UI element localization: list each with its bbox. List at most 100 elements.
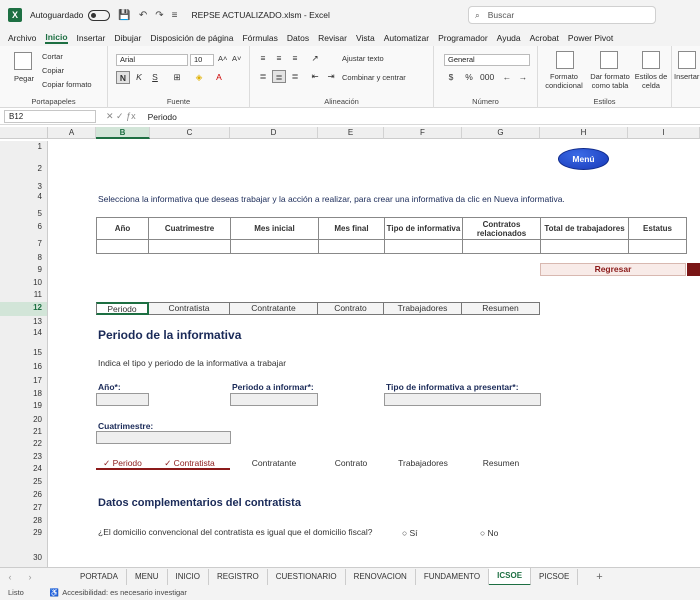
menu-tab-automatizar[interactable]: Automatizar: [384, 33, 429, 43]
menu-tab-archivo[interactable]: Archivo: [8, 33, 36, 43]
conditional-format-icon[interactable]: [556, 51, 574, 69]
decrease-decimal-icon[interactable]: →: [516, 71, 530, 84]
row-header-9[interactable]: 9: [0, 264, 48, 277]
menu-tab-revisar[interactable]: Revisar: [318, 33, 347, 43]
formula-content[interactable]: Periodo: [148, 112, 177, 122]
currency-icon[interactable]: $: [444, 71, 458, 84]
align-middle-icon[interactable]: ≡: [272, 52, 286, 65]
column-header-g[interactable]: G: [462, 127, 540, 139]
section-tab-resumen[interactable]: Resumen: [462, 302, 540, 315]
row-header-17[interactable]: 17: [0, 375, 48, 388]
menu-tab-power-pivot[interactable]: Power Pivot: [568, 33, 613, 43]
table-empty-cell[interactable]: [318, 239, 385, 254]
decrease-font-icon[interactable]: A˅: [232, 54, 241, 63]
table-empty-cell[interactable]: [96, 239, 149, 254]
underline-button[interactable]: S: [148, 71, 162, 84]
increase-decimal-icon[interactable]: ←: [500, 71, 514, 84]
format-painter-button[interactable]: Copiar formato: [42, 80, 92, 89]
table-empty-cell[interactable]: [148, 239, 231, 254]
section-tab-periodo[interactable]: Periodo: [96, 302, 149, 315]
copy-button[interactable]: Copiar: [42, 66, 64, 75]
table-empty-cell[interactable]: [628, 239, 687, 254]
merge-center-button[interactable]: Combinar y centrar: [342, 73, 406, 82]
row-header-30[interactable]: 30: [0, 552, 48, 567]
comma-style-icon[interactable]: 000: [480, 71, 494, 84]
row-header-12[interactable]: 12: [0, 302, 48, 316]
next-sheet-icon[interactable]: ›: [20, 572, 40, 582]
prev-sheet-icon[interactable]: ‹: [0, 572, 20, 582]
autosave-toggle[interactable]: [88, 9, 111, 21]
row-header-7[interactable]: 7: [0, 238, 48, 252]
align-top-icon[interactable]: ≡: [256, 52, 270, 65]
table-format-icon[interactable]: [600, 51, 618, 69]
column-header-d[interactable]: D: [230, 127, 318, 139]
year-field[interactable]: [96, 393, 149, 406]
section-tab-contratista[interactable]: Contratista: [149, 302, 230, 315]
paste-button[interactable]: Pegar: [14, 74, 34, 83]
return-button[interactable]: Regresar: [540, 263, 686, 276]
menu-tab-ayuda[interactable]: Ayuda: [497, 33, 521, 43]
menu-tab-vista[interactable]: Vista: [356, 33, 375, 43]
menu-tab-insertar[interactable]: Insertar: [77, 33, 106, 43]
borders-icon[interactable]: ⊞: [170, 71, 184, 84]
table-empty-cell[interactable]: [230, 239, 319, 254]
sheet-tab-fundamento[interactable]: FUNDAMENTO: [416, 568, 490, 585]
section-tab-contrato[interactable]: Contrato: [318, 302, 384, 315]
column-header-i[interactable]: I: [628, 127, 700, 139]
sheet-tab-portada[interactable]: PORTADA: [72, 568, 127, 585]
add-sheet-icon[interactable]: +: [596, 571, 602, 583]
row-header-4[interactable]: 4: [0, 191, 48, 208]
progress-tab[interactable]: Trabajadores: [384, 458, 462, 470]
progress-tab[interactable]: ✓ Contratista: [149, 458, 230, 470]
fx-icon[interactable]: ✕ ✓ ƒx: [106, 111, 136, 122]
option-yes[interactable]: ○ Sí: [402, 528, 418, 538]
menu-button[interactable]: Menú: [558, 148, 609, 170]
cuatrimestre-field[interactable]: [96, 431, 231, 444]
section-tab-trabajadores[interactable]: Trabajadores: [384, 302, 462, 315]
row-header-14[interactable]: 14: [0, 327, 48, 347]
progress-tab[interactable]: Resumen: [462, 458, 540, 470]
progress-tab[interactable]: Contrato: [318, 458, 384, 470]
search-box[interactable]: ⌕ Buscar: [468, 6, 656, 24]
align-bottom-icon[interactable]: ≡: [288, 52, 302, 65]
cell-styles-icon[interactable]: [642, 51, 660, 69]
number-format-select[interactable]: General: [444, 54, 530, 66]
percent-icon[interactable]: %: [462, 71, 476, 84]
undo-icon[interactable]: ↶: [139, 10, 147, 21]
outdent-icon[interactable]: ⇥: [324, 70, 338, 83]
section-tab-contratante[interactable]: Contratante: [230, 302, 318, 315]
align-left-icon[interactable]: ≣: [256, 70, 270, 83]
cut-button[interactable]: Cortar: [42, 52, 63, 61]
table-empty-cell[interactable]: [540, 239, 629, 254]
option-no[interactable]: ○ No: [480, 528, 498, 538]
menu-tab-acrobat[interactable]: Acrobat: [530, 33, 559, 43]
menu-tab-dibujar[interactable]: Dibujar: [114, 33, 141, 43]
column-header-h[interactable]: H: [540, 127, 628, 139]
conditional-format-button[interactable]: Formato condicional: [542, 72, 586, 90]
customize-quick-access-icon[interactable]: ≡: [172, 10, 178, 21]
table-format-button[interactable]: Dar formato como tabla: [588, 72, 632, 90]
sheet-tab-renovacion[interactable]: RENOVACION: [346, 568, 416, 585]
progress-tab[interactable]: ✓ Periodo: [96, 458, 149, 470]
row-header-20[interactable]: 20: [0, 414, 48, 426]
redo-icon[interactable]: ↷: [155, 10, 163, 21]
menu-tab-datos[interactable]: Datos: [287, 33, 309, 43]
menu-tab-f-rmulas[interactable]: Fórmulas: [242, 33, 277, 43]
sheet-tab-registro[interactable]: REGISTRO: [209, 568, 268, 585]
column-header-c[interactable]: C: [150, 127, 230, 139]
fill-color-icon[interactable]: ◈: [192, 71, 206, 84]
column-header-b[interactable]: B: [96, 127, 150, 139]
table-empty-cell[interactable]: [384, 239, 463, 254]
column-header-a[interactable]: A: [48, 127, 96, 139]
orientation-icon[interactable]: ↗: [308, 52, 322, 65]
font-color-icon[interactable]: A: [212, 71, 226, 84]
align-right-icon[interactable]: ≣: [288, 70, 302, 83]
paste-icon[interactable]: [14, 52, 32, 70]
italic-button[interactable]: K: [132, 71, 146, 84]
progress-tab[interactable]: Contratante: [230, 458, 318, 470]
name-box[interactable]: B12: [4, 110, 96, 123]
font-name-select[interactable]: Arial: [116, 54, 188, 66]
menu-tab-disposici-n-de-p-gina[interactable]: Disposición de página: [150, 33, 233, 43]
row-header-16[interactable]: 16: [0, 361, 48, 375]
period-field[interactable]: [230, 393, 318, 406]
